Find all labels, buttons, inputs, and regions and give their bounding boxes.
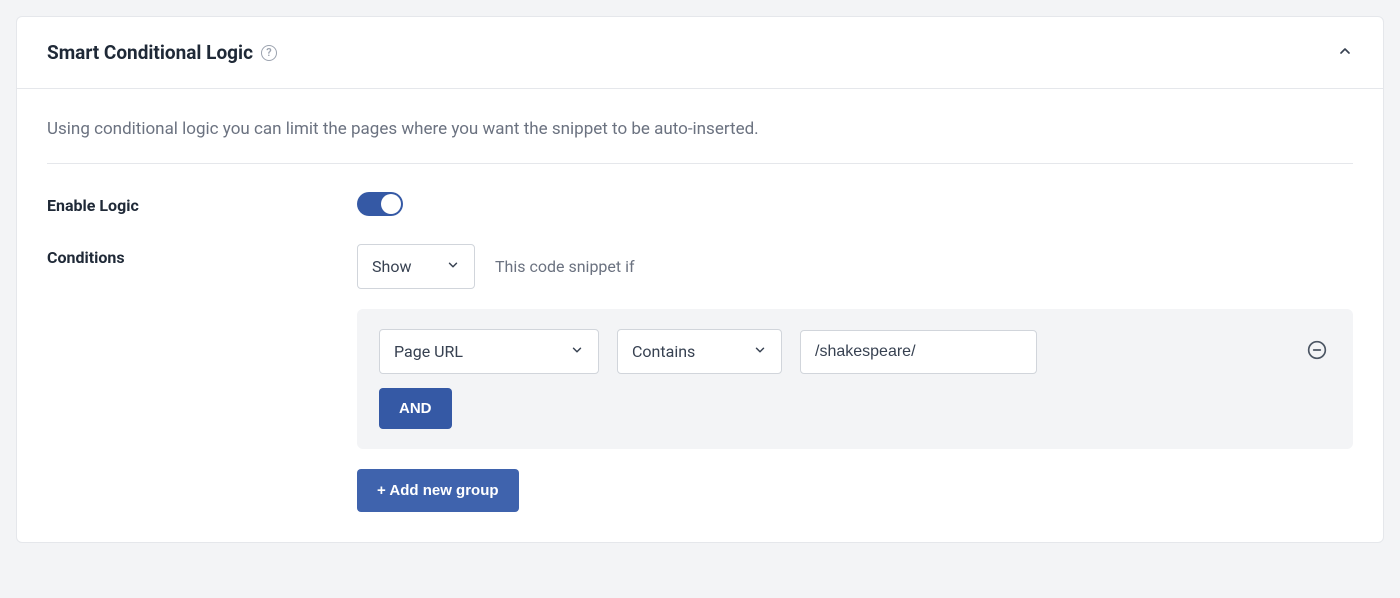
chevron-down-icon	[753, 342, 767, 361]
panel-title: Smart Conditional Logic	[47, 41, 253, 64]
enable-logic-label: Enable Logic	[47, 192, 357, 215]
panel-description: Using conditional logic you can limit th…	[47, 119, 1353, 139]
remove-condition-button[interactable]	[1303, 336, 1331, 367]
conditions-label: Conditions	[47, 244, 357, 267]
conditions-hint: This code snippet if	[495, 257, 635, 276]
chevron-down-icon	[570, 342, 584, 361]
field-select-value: Page URL	[394, 342, 463, 361]
and-button[interactable]: AND	[379, 388, 452, 429]
operator-select[interactable]: Contains	[617, 329, 782, 374]
conditions-header: Show This code snippet if	[357, 244, 1353, 289]
enable-logic-control	[357, 192, 1353, 216]
chevron-down-icon	[446, 257, 460, 276]
conditions-row: Conditions Show This code snippet if	[47, 244, 1353, 512]
minus-circle-icon	[1307, 340, 1327, 363]
help-icon[interactable]: ?	[261, 45, 277, 61]
conditional-logic-panel: Smart Conditional Logic ? Using conditio…	[16, 16, 1384, 543]
action-select[interactable]: Show	[357, 244, 475, 289]
action-select-value: Show	[372, 257, 411, 276]
condition-row: Page URL Contains	[379, 329, 1331, 374]
operator-select-value: Contains	[632, 342, 695, 361]
enable-logic-row: Enable Logic	[47, 192, 1353, 216]
panel-title-wrap: Smart Conditional Logic ?	[47, 41, 277, 64]
conditions-control: Show This code snippet if Page URL	[357, 244, 1353, 512]
value-input[interactable]	[800, 330, 1037, 374]
divider	[47, 163, 1353, 164]
enable-logic-toggle[interactable]	[357, 192, 403, 216]
panel-body: Using conditional logic you can limit th…	[17, 89, 1383, 542]
panel-header[interactable]: Smart Conditional Logic ?	[17, 17, 1383, 89]
field-select[interactable]: Page URL	[379, 329, 599, 374]
condition-group: Page URL Contains	[357, 309, 1353, 449]
toggle-knob	[381, 194, 401, 214]
chevron-up-icon[interactable]	[1337, 43, 1353, 63]
add-group-button[interactable]: + Add new group	[357, 469, 519, 512]
